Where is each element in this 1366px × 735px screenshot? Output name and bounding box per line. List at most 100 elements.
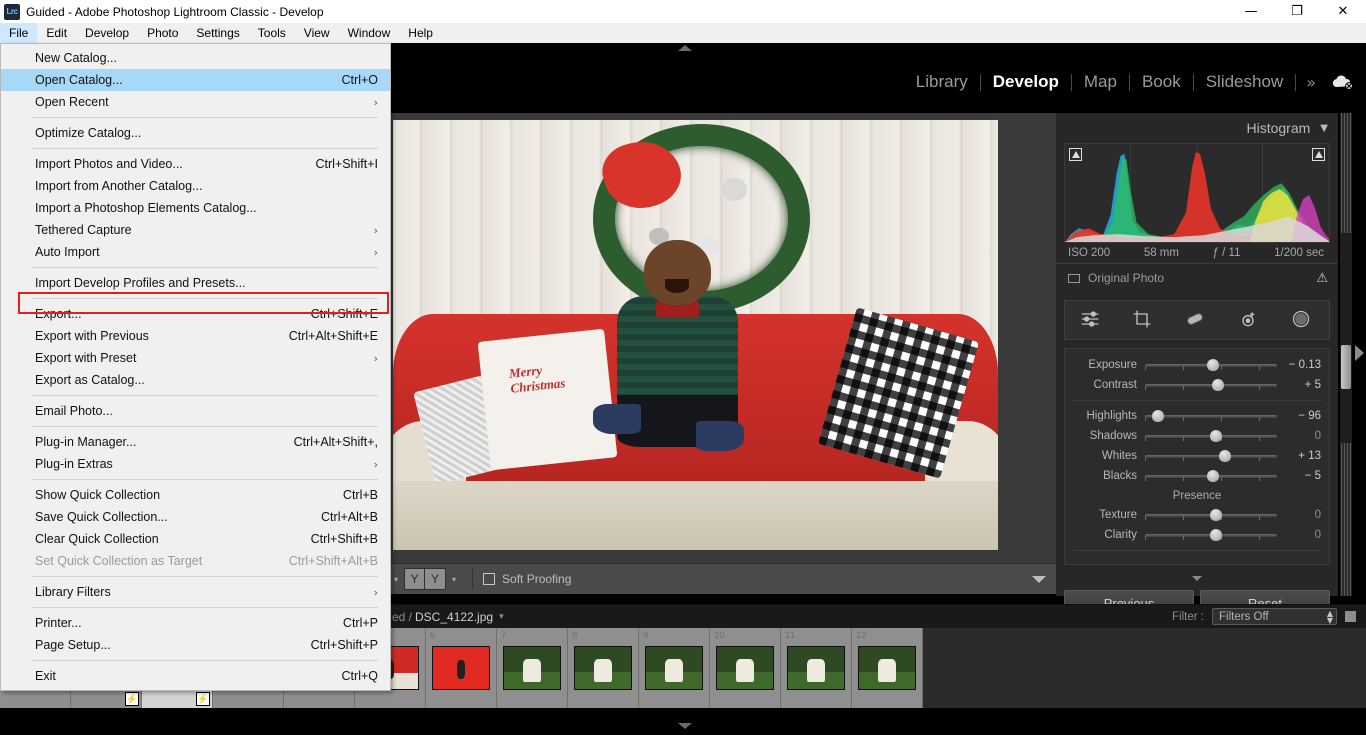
menu-item-optimize-catalog[interactable]: Optimize Catalog... — [1, 122, 390, 144]
show-hide-right-panel-arrow-icon[interactable] — [1355, 345, 1364, 361]
filmstrip-thumbnail[interactable]: 9 — [639, 628, 710, 708]
slider-exposure[interactable]: Exposure − 0.13 — [1065, 355, 1329, 375]
menu-item-plug-in-manager[interactable]: Plug-in Manager... Ctrl+Alt+Shift+, — [1, 431, 390, 453]
chevron-down-icon[interactable]: ▼ — [1320, 123, 1328, 134]
slider-blacks[interactable]: Blacks − 5 — [1065, 466, 1329, 486]
cloud-off-icon[interactable] — [1330, 73, 1354, 91]
original-photo-row[interactable]: Original Photo ⚠ — [1056, 264, 1338, 292]
spot-removal-icon[interactable] — [1184, 309, 1210, 331]
slider-track[interactable] — [1145, 409, 1277, 423]
menubar-item-file[interactable]: File — [0, 23, 38, 43]
filmstrip-thumbnail[interactable]: 6 — [426, 628, 497, 708]
slider-knob[interactable] — [1209, 529, 1222, 541]
slider-track[interactable] — [1145, 429, 1277, 443]
before-after-toggle[interactable]: Y Y — [404, 568, 447, 590]
slider-track[interactable] — [1145, 508, 1277, 522]
slider-texture[interactable]: Texture 0 — [1065, 505, 1329, 525]
menu-item-exit[interactable]: Exit Ctrl+Q — [1, 665, 390, 687]
menu-item-clear-quick-collection[interactable]: Clear Quick Collection Ctrl+Shift+B — [1, 528, 390, 550]
menubar-item-develop[interactable]: Develop — [76, 23, 138, 43]
menu-item-email-photo[interactable]: Email Photo... — [1, 400, 390, 422]
menu-item-page-setup[interactable]: Page Setup... Ctrl+Shift+P — [1, 634, 390, 656]
file-menu-dropdown[interactable]: New Catalog... Open Catalog... Ctrl+O Open … — [0, 43, 391, 691]
minimize-icon[interactable]: — — [1228, 0, 1274, 23]
original-photo-checkbox-icon[interactable] — [1068, 273, 1080, 283]
module-map[interactable]: Map — [1072, 72, 1129, 92]
slider-value[interactable]: − 5 — [1277, 470, 1321, 482]
panel-collapse-caret-icon[interactable] — [1056, 568, 1338, 586]
collapse-top-panel-arrow-icon[interactable] — [678, 45, 692, 51]
slider-track[interactable] — [1145, 528, 1277, 542]
slider-contrast[interactable]: Contrast + 5 — [1065, 375, 1329, 395]
menubar-item-edit[interactable]: Edit — [37, 23, 76, 43]
develop-badge-icon[interactable]: ⚡ — [196, 692, 210, 706]
slider-track[interactable] — [1145, 358, 1277, 372]
menu-item-new-catalog[interactable]: New Catalog... — [1, 47, 390, 69]
histogram-graph[interactable] — [1064, 143, 1330, 243]
maximize-icon[interactable]: ❐ — [1274, 0, 1320, 23]
slider-knob[interactable] — [1207, 470, 1220, 482]
scrollbar-thumb[interactable] — [1341, 345, 1351, 389]
menu-item-library-filters[interactable]: Library Filters › — [1, 581, 390, 603]
menu-item-open-recent[interactable]: Open Recent › — [1, 91, 390, 113]
menu-item-import-photos-and-video[interactable]: Import Photos and Video... Ctrl+Shift+I — [1, 153, 390, 175]
menubar-item-tools[interactable]: Tools — [249, 23, 295, 43]
masking-icon[interactable] — [1290, 309, 1316, 331]
filmstrip-filename[interactable]: DSC_4122.jpg — [415, 610, 493, 624]
basic-adjust-icon[interactable] — [1078, 309, 1104, 331]
slider-knob[interactable] — [1151, 410, 1164, 422]
menu-item-save-quick-collection[interactable]: Save Quick Collection... Ctrl+Alt+B — [1, 506, 390, 528]
menu-item-export-with-previous[interactable]: Export with Previous Ctrl+Alt+Shift+E — [1, 325, 390, 347]
toolbar-collapse-icon[interactable] — [1032, 575, 1046, 583]
menubar-item-view[interactable]: View — [295, 23, 339, 43]
menubar-item-window[interactable]: Window — [339, 23, 400, 43]
loupe-photo[interactable]: Merry Christmas — [393, 120, 998, 550]
collapse-filmstrip-arrow-icon[interactable] — [678, 723, 692, 729]
menu-item-tethered-capture[interactable]: Tethered Capture › — [1, 219, 390, 241]
slider-highlights[interactable]: Highlights − 96 — [1065, 406, 1329, 426]
slider-knob[interactable] — [1218, 450, 1231, 462]
filmstrip-thumbnail[interactable]: 7 — [497, 628, 568, 708]
slider-track[interactable] — [1145, 469, 1277, 483]
menu-item-auto-import[interactable]: Auto Import › — [1, 241, 390, 263]
slider-knob[interactable] — [1207, 359, 1220, 371]
filmstrip-filename-caret-icon[interactable]: ▾ — [499, 612, 504, 622]
module-develop[interactable]: Develop — [981, 72, 1071, 92]
menubar-item-settings[interactable]: Settings — [187, 23, 248, 43]
slider-value[interactable]: 0 — [1277, 430, 1321, 442]
menu-item-export[interactable]: Export... Ctrl+Shift+E — [1, 303, 390, 325]
module-book[interactable]: Book — [1130, 72, 1193, 92]
shadow-clipping-indicator[interactable] — [1069, 148, 1082, 161]
slider-knob[interactable] — [1209, 430, 1222, 442]
soft-proofing-checkbox[interactable] — [483, 573, 496, 585]
before-after-options-caret-icon[interactable]: ▾ — [452, 575, 456, 584]
slider-knob[interactable] — [1212, 379, 1225, 391]
slider-clarity[interactable]: Clarity 0 — [1065, 525, 1329, 545]
filmstrip-thumbnail[interactable]: 11 — [781, 628, 852, 708]
filter-select[interactable]: Filters Off ▲ ▼ — [1212, 608, 1337, 625]
toolbar-left-caret-icon[interactable]: ▾ — [394, 575, 398, 584]
slider-value[interactable]: 0 — [1277, 529, 1321, 541]
develop-badge-icon[interactable]: ⚡ — [125, 692, 139, 706]
slider-value[interactable]: + 13 — [1277, 450, 1321, 462]
filmstrip-thumbnail[interactable]: 10 — [710, 628, 781, 708]
module-library[interactable]: Library — [904, 72, 980, 92]
menubar-item-help[interactable]: Help — [399, 23, 442, 43]
filter-flag-button[interactable] — [1345, 611, 1356, 622]
menu-item-open-catalog[interactable]: Open Catalog... Ctrl+O — [1, 69, 390, 91]
slider-value[interactable]: − 0.13 — [1277, 359, 1321, 371]
highlight-clipping-indicator[interactable] — [1312, 148, 1325, 161]
menubar-item-photo[interactable]: Photo — [138, 23, 187, 43]
spinner-icon[interactable]: ▲ ▼ — [1327, 610, 1333, 625]
slider-value[interactable]: + 5 — [1277, 379, 1321, 391]
slider-value[interactable]: − 96 — [1277, 410, 1321, 422]
slider-value[interactable]: 0 — [1277, 509, 1321, 521]
slider-whites[interactable]: Whites + 13 — [1065, 446, 1329, 466]
close-icon[interactable]: ✕ — [1320, 0, 1366, 23]
slider-shadows[interactable]: Shadows 0 — [1065, 426, 1329, 446]
red-eye-icon[interactable] — [1237, 309, 1263, 331]
menu-item-printer[interactable]: Printer... Ctrl+P — [1, 612, 390, 634]
slider-knob[interactable] — [1209, 509, 1222, 521]
more-modules-icon[interactable]: » — [1296, 73, 1326, 92]
module-slideshow[interactable]: Slideshow — [1194, 72, 1296, 92]
